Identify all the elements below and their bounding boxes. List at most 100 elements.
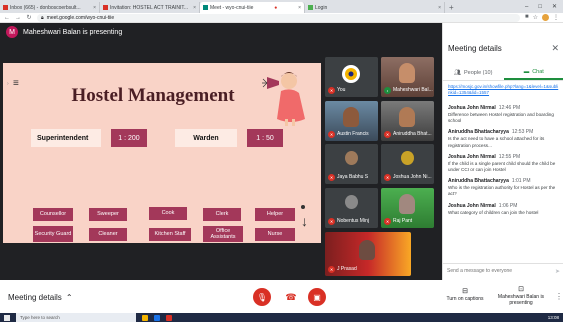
chevron-up-icon: ⌃	[65, 293, 73, 302]
participant-tile-prasad[interactable]: ✕ J Prasad	[325, 232, 411, 276]
participant-video	[399, 107, 415, 127]
forward-icon[interactable]: →	[15, 15, 21, 21]
captions-button[interactable]: ⊟ Turn on captions	[444, 287, 486, 302]
new-tab-button[interactable]: +	[445, 2, 458, 13]
reload-icon[interactable]: ↻	[26, 14, 32, 21]
megaphone-girl-illustration	[262, 72, 305, 126]
presenting-button[interactable]: ⊡ Maheshwari Balan is presenting	[494, 286, 548, 306]
meeting-details-button[interactable]: Meeting details ⌃	[8, 293, 73, 302]
superintendent-label: Superintendent	[31, 129, 101, 147]
chat-message: Joshua John Nirmal 12:46 PM Difference be…	[448, 105, 560, 124]
meet-stage: M Maheshwari Balan is presenting › ≡ Hos…	[0, 23, 442, 280]
captions-icon: ⊟	[462, 288, 468, 295]
message-text: What category of children can join the h…	[448, 209, 539, 215]
gmail-icon	[103, 5, 108, 10]
minimize-icon[interactable]: –	[525, 2, 528, 13]
arrow-down-icon: ↓	[301, 213, 308, 229]
chat-icon: ▬	[523, 68, 530, 75]
tab-invitation[interactable]: Invitation: HOSTEL ACT TRAINIT... ×	[100, 2, 200, 13]
close-icon[interactable]: ✕	[551, 43, 559, 54]
recording-dot-icon: ●	[274, 4, 278, 11]
staff-cook: Cook	[149, 207, 187, 220]
mic-off-icon: ✕	[384, 131, 391, 138]
avatar	[345, 151, 358, 165]
panel-title: Meeting details	[448, 44, 502, 53]
tab-login[interactable]: Login ×	[305, 2, 445, 13]
ratio-row: Superintendent 1 : 200 Warden 1 : 50	[31, 129, 283, 147]
mic-off-icon: ✕	[328, 131, 335, 138]
present-screen-icon: ⊡	[518, 286, 524, 293]
lock-icon: 🔒︎	[41, 14, 44, 21]
chat-link[interactable]: https://mosjc.gov.in/showfile.php?lang=1…	[448, 84, 560, 96]
participant-name: Jaya Babhu S	[337, 174, 369, 180]
mic-off-icon: ✕	[384, 218, 391, 225]
participant-tile-austin[interactable]: ✕ Austin Francis	[325, 101, 378, 141]
tab-inbox[interactable]: Inbox (665) - donboscoerbsult... ×	[0, 2, 100, 13]
chat-input-bar: ➤	[443, 263, 563, 278]
participant-name: You	[337, 87, 346, 93]
participant-tile-maheshwari[interactable]: • Maheshwari Bal...	[381, 57, 434, 97]
taskbar-search[interactable]: Type here to search	[16, 313, 136, 322]
tab-meet[interactable]: Meet - wyo-cnui-tiie ● ×	[200, 2, 305, 13]
close-icon[interactable]: ×	[298, 5, 301, 11]
camera-icon[interactable]: ■	[525, 14, 529, 21]
tab-label: Login	[315, 4, 328, 11]
close-icon[interactable]: ×	[438, 5, 441, 11]
chat-message: Aniruddha Bhattacharyya 1:01 PM Who is th…	[448, 178, 560, 197]
menu-icon[interactable]: ⋮	[553, 14, 559, 21]
avatar	[401, 151, 414, 165]
mic-off-icon: 🎙︎	[256, 292, 268, 302]
message-author: Joshua John Nirmal	[448, 153, 496, 160]
send-icon[interactable]: ➤	[555, 268, 560, 275]
message-text: Difference between Hostel registration a…	[448, 112, 554, 124]
warden-label: Warden	[175, 129, 237, 147]
tab-label: Meet - wyo-cnui-tiie	[210, 4, 254, 11]
participant-tile-aniruddha[interactable]: ✕ Aniruddha Bhat...	[381, 101, 434, 141]
presenter-banner: M Maheshwari Balan is presenting	[6, 26, 122, 38]
chrome-icon[interactable]	[154, 314, 160, 321]
participant-video	[399, 194, 415, 214]
message-time: 12:55 PM	[498, 153, 521, 160]
more-options-icon[interactable]: ⋮	[555, 292, 563, 301]
participant-tile-raj[interactable]: ✕ Raj Pant	[381, 188, 434, 228]
back-icon[interactable]: ←	[4, 15, 10, 21]
tab-chat[interactable]: ▬ Chat	[503, 65, 563, 80]
slide-title: Hostel Management	[71, 85, 235, 106]
maximize-icon[interactable]: □	[538, 2, 542, 13]
camera-toggle-button[interactable]: ▣	[308, 288, 326, 306]
message-author: Joshua John Nirmal	[448, 202, 496, 209]
participant-tile-you[interactable]: ✕ You	[325, 57, 378, 97]
close-window-icon[interactable]: ✕	[552, 2, 557, 13]
tab-people[interactable]: 👥︎ People (10)	[443, 65, 504, 80]
close-icon[interactable]: ×	[93, 5, 96, 11]
participant-video	[359, 240, 375, 260]
panel-tabs: 👥︎ People (10) ▬ Chat	[443, 65, 563, 81]
chat-message: Joshua John Nirmal 1:06 PM What category …	[448, 203, 560, 216]
page-icon	[308, 5, 313, 10]
star-icon[interactable]: ☆	[533, 14, 538, 21]
participant-tile-nobentus[interactable]: ✕ Nobentus Minj	[325, 188, 378, 228]
tab-label: Inbox (665) - donboscoerbsult...	[10, 4, 81, 11]
url-field[interactable]: 🔒︎ meet.google.com/wyo-cnui-tiie	[37, 13, 520, 22]
mic-toggle-button[interactable]: 🎙︎	[253, 288, 271, 306]
screen: Inbox (665) - donboscoerbsult... × Invit…	[0, 0, 563, 322]
file-explorer-icon[interactable]	[142, 314, 148, 321]
app-icon[interactable]	[166, 314, 172, 321]
staff-counsellor: Counsellor	[33, 208, 73, 221]
message-author: Joshua John Nirmal	[448, 105, 496, 111]
close-icon[interactable]: ×	[193, 5, 196, 11]
meet-icon	[203, 5, 208, 10]
participant-tile-joshua[interactable]: ✕ Joshua John Ni...	[381, 144, 434, 184]
message-text: Who is the registration authority for Ho…	[448, 185, 556, 197]
profile-avatar[interactable]	[542, 14, 549, 21]
people-icon: 👥︎	[454, 69, 462, 76]
windows-start-icon[interactable]	[4, 314, 10, 321]
tab-people-label: People (10)	[464, 69, 493, 76]
participant-tile-jaya[interactable]: ✕ Jaya Babhu S	[325, 144, 378, 184]
mic-off-icon: ✕	[328, 174, 335, 181]
leave-call-button[interactable]: ☎︎	[282, 288, 300, 306]
staff-sweeper: Sweeper	[89, 208, 127, 221]
staff-helper: Helper	[255, 208, 295, 221]
chat-input[interactable]	[447, 268, 555, 274]
staff-security-guard: Security Guard	[33, 226, 73, 242]
